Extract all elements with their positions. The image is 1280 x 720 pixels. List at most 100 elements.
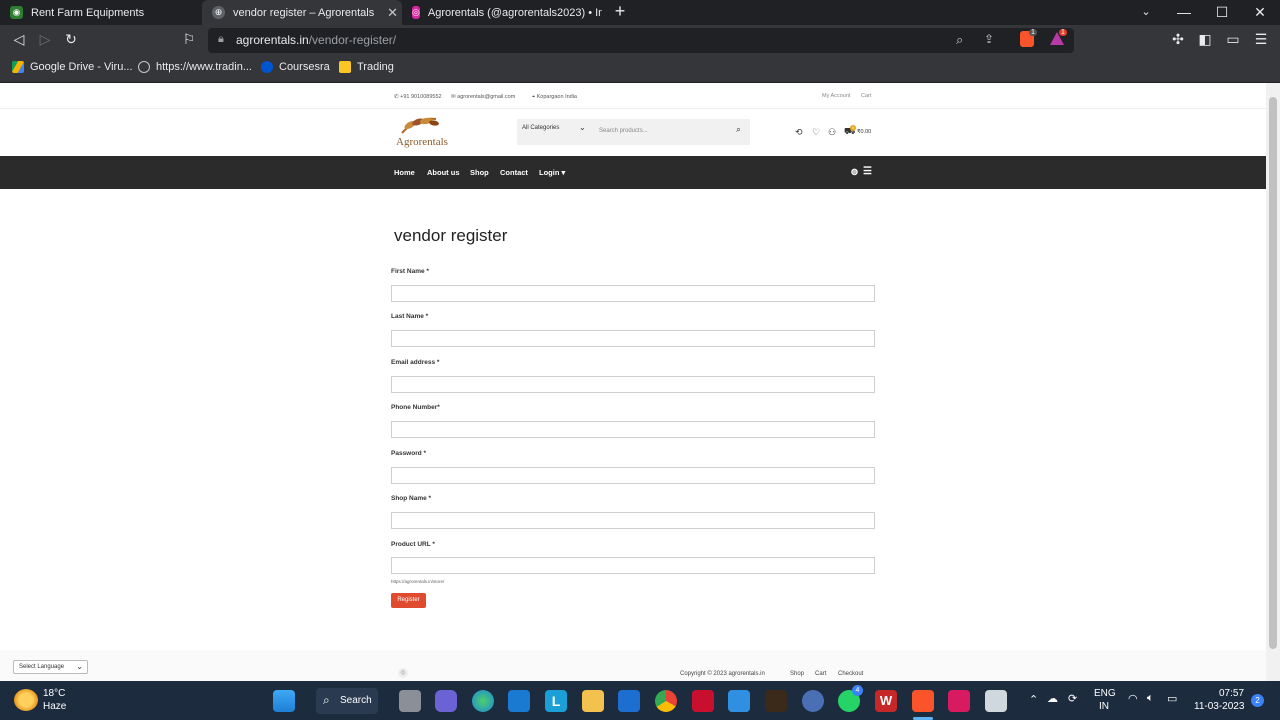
wifi-icon[interactable]: ◠ [1128, 692, 1138, 705]
password-label: Password * [391, 450, 427, 457]
file-explorer-icon[interactable] [582, 690, 604, 712]
clock-time[interactable]: 07:57 [1219, 688, 1244, 699]
app-l-icon[interactable]: L [545, 690, 567, 712]
bookmark-label: https://www.tradin... [156, 61, 252, 73]
cloud-icon[interactable]: ☁ [1047, 692, 1058, 705]
compare-icon[interactable]: ⟲ [795, 127, 803, 138]
account-icon[interactable]: ⚇ [828, 127, 836, 138]
clock-date[interactable]: 11-03-2023 [1194, 701, 1244, 712]
language-select[interactable]: Select Language ⌄ [13, 660, 88, 674]
maximize-button[interactable]: ☐ [1212, 4, 1232, 21]
reload-icon[interactable]: ↻ [62, 31, 80, 48]
tab-title: Rent Farm Equipments [31, 6, 145, 19]
bookmark-icon[interactable]: ⚐ [180, 31, 198, 48]
battery-icon[interactable]: ▭ [1167, 692, 1177, 705]
cart-link[interactable]: Cart [861, 93, 871, 99]
shop-name-label: Shop Name * [391, 495, 432, 502]
site-favicon-icon: ◉ [10, 6, 23, 19]
tab-vendor-register[interactable]: ⊕ vendor register – Agrorentals ✕ [202, 0, 402, 25]
close-window-button[interactable]: ✕ [1250, 4, 1270, 21]
nav-about[interactable]: About us [427, 168, 460, 177]
cart-amount[interactable]: ₹0.00 [857, 129, 871, 135]
footer-checkout-link[interactable]: Checkout [838, 671, 863, 677]
edge-icon[interactable] [472, 690, 494, 712]
shop-name-field[interactable] [391, 512, 875, 529]
mail-icon[interactable] [508, 690, 530, 712]
tab-search-icon[interactable]: ⌄ [1136, 5, 1156, 18]
site-logo[interactable]: Agrorentals [396, 113, 456, 149]
menu-icon[interactable]: ☰ [1252, 31, 1270, 48]
weather-desc[interactable]: Haze [43, 701, 66, 712]
windows-start-icon[interactable] [273, 690, 295, 712]
my-account-link[interactable]: My Account [822, 93, 850, 99]
footer-cart-link[interactable]: Cart [815, 671, 826, 677]
bookmark-google-drive[interactable]: Google Drive - Viru... [12, 61, 133, 73]
volume-icon[interactable]: 🔈︎ [1147, 692, 1154, 705]
notification-badge[interactable]: 2 [1251, 694, 1264, 707]
media-app-icon[interactable] [948, 690, 970, 712]
bookmark-trading-folder[interactable]: Trading [339, 61, 394, 73]
calculator-icon[interactable] [985, 690, 1007, 712]
instagram-icon[interactable]: ◎ [398, 668, 408, 678]
register-button[interactable]: Register [391, 593, 426, 608]
nav-login[interactable]: Login ▾ [539, 168, 565, 177]
globe-icon[interactable]: ◍ [851, 167, 858, 176]
email-field[interactable] [391, 376, 875, 393]
url-hint: https://agrorentals.in/store/ [391, 579, 445, 584]
footer-shop-link[interactable]: Shop [790, 671, 804, 677]
first-name-label: First Name * [391, 268, 429, 275]
new-tab-button[interactable]: + [610, 1, 630, 22]
email-label: Email address * [391, 359, 440, 366]
phone-field[interactable] [391, 421, 875, 438]
search-input[interactable]: Search products... [599, 128, 648, 134]
first-name-field[interactable] [391, 285, 875, 302]
globe-icon: ⊕ [212, 6, 225, 19]
category-select[interactable]: All Categories [522, 125, 559, 131]
address-bar[interactable]: 🔒︎ agrorentals.in/vendor-register/ ⌕ ⇪ 1… [208, 28, 1074, 53]
share-icon[interactable]: ⇪ [984, 32, 994, 46]
sync-icon[interactable]: ⟳ [1068, 692, 1077, 705]
brave-icon[interactable] [912, 690, 934, 712]
minimize-button[interactable]: — [1174, 4, 1194, 20]
last-name-field[interactable] [391, 330, 875, 347]
store-icon[interactable] [618, 690, 640, 712]
chevron-up-icon[interactable]: ⌃ [1029, 693, 1038, 706]
globe-icon [138, 61, 150, 73]
notes-icon[interactable] [728, 690, 750, 712]
back-icon[interactable]: ◁ [10, 31, 28, 48]
chevron-down-icon[interactable]: ⌄ [579, 123, 586, 132]
game-app-icon[interactable] [765, 690, 787, 712]
infinity-app-icon[interactable] [802, 690, 824, 712]
wps-writer-icon[interactable]: W [875, 690, 897, 712]
tab-rent-farm[interactable]: ◉ Rent Farm Equipments [0, 0, 202, 25]
mcafee-icon[interactable] [692, 690, 714, 712]
scrollbar[interactable] [1266, 83, 1280, 681]
taskbar-search[interactable]: ⌕ Search [316, 688, 378, 714]
weather-temp[interactable]: 18°C [43, 688, 65, 699]
scrollbar-thumb[interactable] [1269, 97, 1277, 649]
bookmark-trading-site[interactable]: https://www.tradin... [138, 61, 252, 73]
password-field[interactable] [391, 467, 875, 484]
wishlist-icon[interactable]: ♡ [812, 127, 820, 138]
search-icon[interactable]: ⌕ [736, 124, 741, 135]
chevron-down-icon: ⌄ [76, 662, 83, 671]
sidebar-icon[interactable]: ◧ [1196, 31, 1214, 48]
forward-icon[interactable]: ▷ [36, 31, 54, 48]
hamburger-menu-icon[interactable]: ☰ [863, 166, 872, 177]
extensions-icon[interactable]: ✣ [1169, 31, 1187, 48]
weather-icon[interactable] [14, 689, 38, 711]
teams-chat-icon[interactable] [435, 690, 457, 712]
language-indicator[interactable]: ENG [1094, 688, 1116, 699]
tab-instagram[interactable]: ◎ Agrorentals (@agrorentals2023) • Inst [402, 0, 602, 25]
bookmark-coursera[interactable]: Coursesra [261, 61, 330, 73]
close-icon[interactable]: ✕ [387, 5, 398, 21]
nav-shop[interactable]: Shop [470, 168, 489, 177]
nav-contact[interactable]: Contact [500, 168, 528, 177]
zoom-icon[interactable]: ⌕ [956, 32, 963, 48]
chrome-icon[interactable] [655, 690, 677, 712]
task-view-icon[interactable] [399, 690, 421, 712]
wallet-icon[interactable]: ▭ [1224, 31, 1242, 48]
region-indicator[interactable]: IN [1099, 701, 1109, 712]
nav-home[interactable]: Home [394, 168, 415, 177]
product-url-field[interactable] [391, 557, 875, 574]
